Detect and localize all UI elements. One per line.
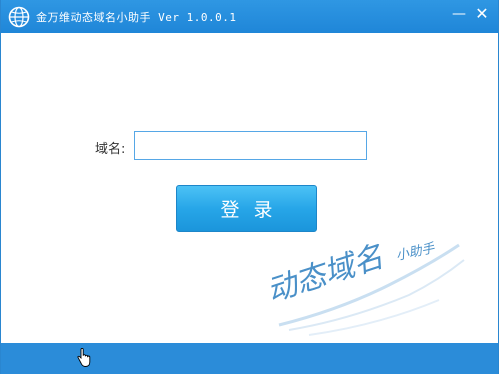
globe-icon (8, 6, 30, 28)
app-window: 金万维动态域名小助手 Ver 1.0.0.1 — ✕ 域名: 登录 动态域名 小… (0, 0, 499, 374)
title-bar[interactable]: 金万维动态域名小助手 Ver 1.0.0.1 — ✕ (1, 0, 498, 33)
minimize-button[interactable]: — (448, 4, 470, 24)
window-title: 金万维动态域名小助手 Ver 1.0.0.1 (36, 11, 237, 24)
login-button[interactable]: 登录 (176, 185, 317, 232)
hand-cursor-icon (77, 348, 91, 367)
watermark-logo: 动态域名 小助手 (269, 239, 465, 336)
domain-input[interactable] (134, 131, 367, 160)
close-button[interactable]: ✕ (471, 4, 493, 24)
watermark-sub-text: 小助手 (395, 241, 437, 264)
status-bar (1, 343, 498, 374)
domain-label: 域名: (95, 142, 126, 157)
watermark-main-text: 动态域名 (269, 239, 389, 310)
